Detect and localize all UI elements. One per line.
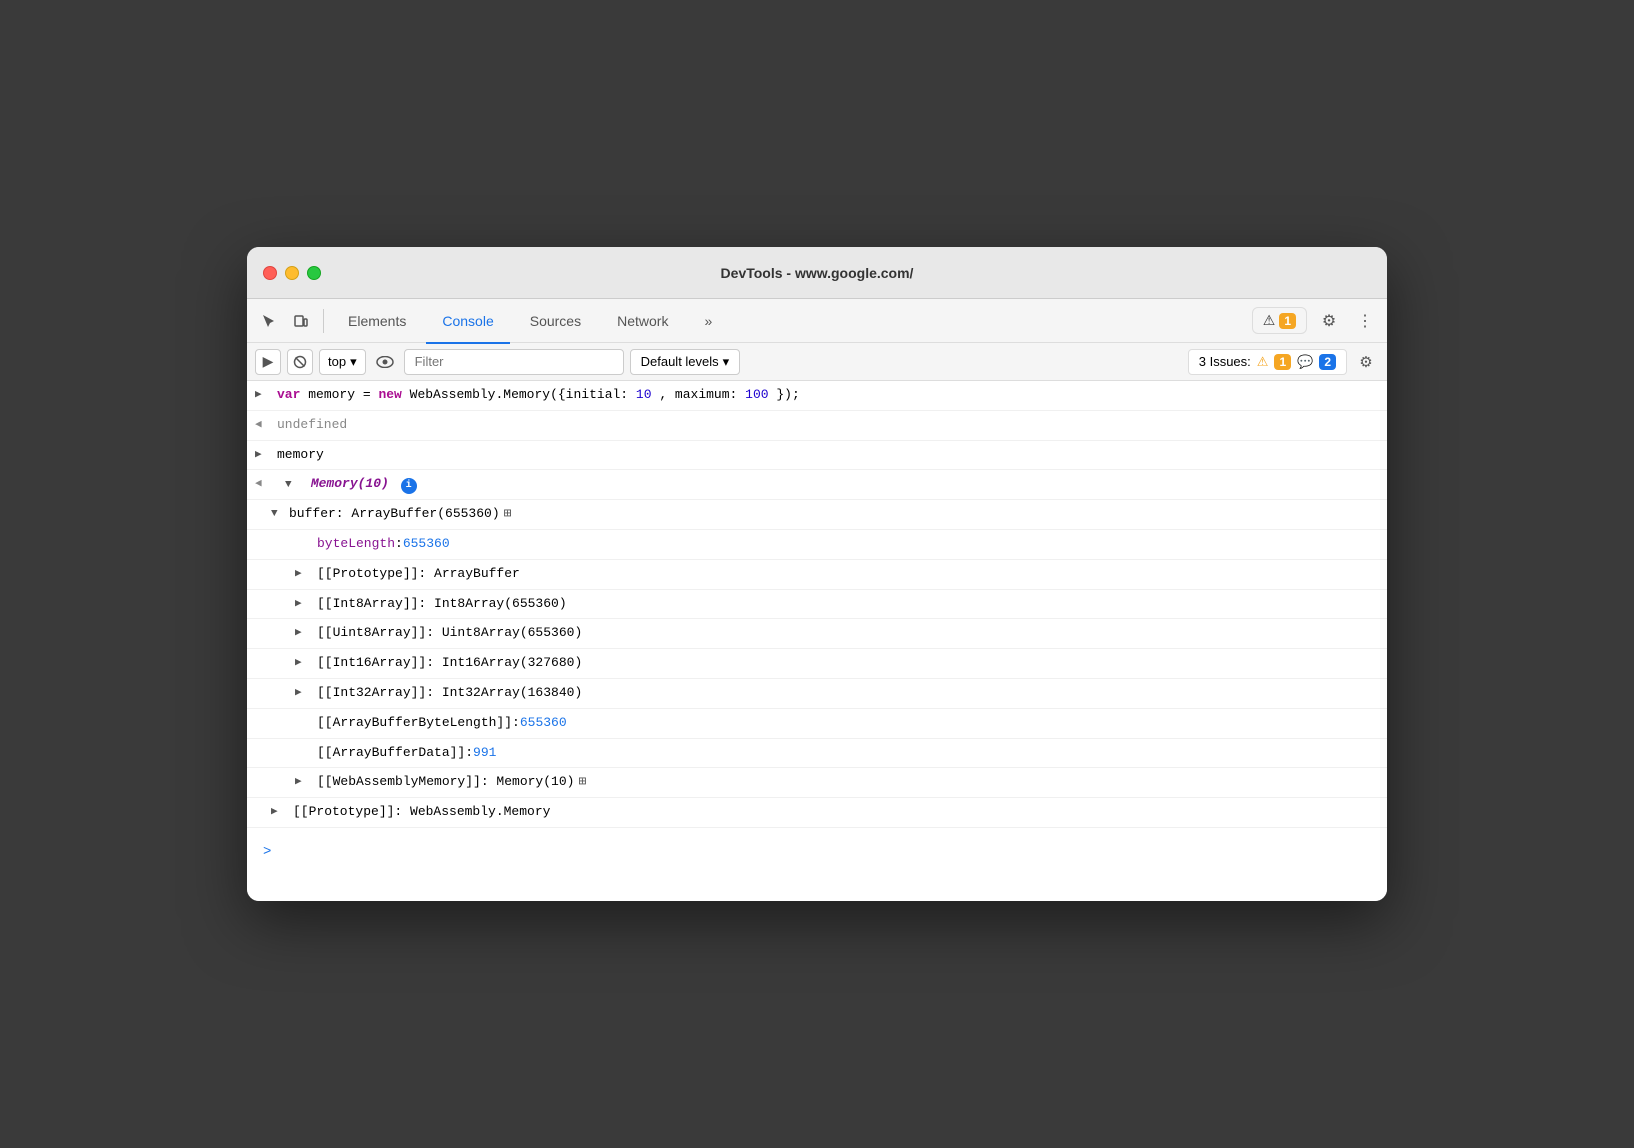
proto-ab-expand[interactable] bbox=[295, 564, 309, 584]
memory-expand[interactable] bbox=[285, 475, 299, 495]
traffic-lights bbox=[263, 266, 321, 280]
eye-button[interactable] bbox=[372, 349, 398, 375]
int32-expand[interactable] bbox=[295, 683, 309, 703]
buffer-expand[interactable] bbox=[271, 504, 285, 524]
int16-expand[interactable] bbox=[295, 653, 309, 673]
tab-network[interactable]: Network bbox=[601, 300, 684, 344]
levels-dropdown[interactable]: Default levels ▾ bbox=[630, 349, 741, 375]
window-title: DevTools - www.google.com/ bbox=[721, 265, 914, 281]
console-line-proto-wam: [[Prototype]]: WebAssembly.Memory bbox=[247, 798, 1387, 828]
console-settings-icon[interactable]: ⚙ bbox=[1353, 349, 1379, 375]
memory-info-icon[interactable]: i bbox=[401, 478, 417, 494]
tab-elements[interactable]: Elements bbox=[332, 300, 422, 344]
console-toolbar: ▶ top ▾ Default levels ▾ 3 Issues: ⚠ bbox=[247, 343, 1387, 381]
console-line-wam: [[WebAssemblyMemory]]: Memory(10) ⊞ bbox=[247, 768, 1387, 798]
expand-arrow-1[interactable] bbox=[255, 385, 269, 405]
console-line-3: memory bbox=[247, 441, 1387, 471]
issues-warn-count: 1 bbox=[1274, 354, 1291, 370]
expand-arrow-3[interactable] bbox=[255, 445, 269, 465]
console-line-abd: [[ArrayBufferData]]: 991 bbox=[247, 739, 1387, 769]
console-prompt-line[interactable]: > bbox=[247, 828, 1387, 876]
main-toolbar: Elements Console Sources Network » ⚠ 1 ⚙… bbox=[247, 299, 1387, 343]
console-right: 3 Issues: ⚠ 1 💬 2 ⚙ bbox=[1188, 349, 1379, 375]
warn-count: 1 bbox=[1279, 313, 1296, 329]
tab-sources[interactable]: Sources bbox=[514, 300, 597, 344]
uint8-expand[interactable] bbox=[295, 623, 309, 643]
return-arrow-2 bbox=[255, 415, 269, 435]
devtools-window: DevTools - www.google.com/ Elements Cons… bbox=[247, 247, 1387, 901]
toolbar-right: ⚠ 1 ⚙ ⋮ bbox=[1252, 307, 1379, 335]
return-arrow-4 bbox=[255, 474, 269, 494]
issues-badge[interactable]: ⚠ 1 bbox=[1252, 307, 1307, 334]
proto-wam-expand[interactable] bbox=[271, 802, 285, 822]
console-line-bytelength: byteLength : 655360 bbox=[247, 530, 1387, 560]
tab-more[interactable]: » bbox=[688, 300, 728, 344]
clear-button[interactable] bbox=[287, 349, 313, 375]
filter-input[interactable] bbox=[404, 349, 624, 375]
buffer-db-icon: ⊞ bbox=[504, 504, 512, 525]
wam-db-icon: ⊞ bbox=[578, 772, 586, 793]
close-button[interactable] bbox=[263, 266, 277, 280]
console-line-4: Memory(10) i bbox=[247, 470, 1387, 500]
titlebar: DevTools - www.google.com/ bbox=[247, 247, 1387, 299]
console-line-abbl: [[ArrayBufferByteLength]]: 655360 bbox=[247, 709, 1387, 739]
console-line-1: var memory = new WebAssembly.Memory({ini… bbox=[247, 381, 1387, 411]
console-line-int32: [[Int32Array]]: Int32Array(163840) bbox=[247, 679, 1387, 709]
console-line-int8: [[Int8Array]]: Int8Array(655360) bbox=[247, 590, 1387, 620]
minimize-button[interactable] bbox=[285, 266, 299, 280]
device-icon[interactable] bbox=[287, 307, 315, 335]
console-line-buffer: buffer: ArrayBuffer(655360) ⊞ bbox=[247, 500, 1387, 530]
console-body: var memory = new WebAssembly.Memory({ini… bbox=[247, 381, 1387, 901]
int8-expand[interactable] bbox=[295, 594, 309, 614]
settings-icon[interactable]: ⚙ bbox=[1315, 307, 1343, 335]
console-prompt[interactable]: > bbox=[255, 836, 279, 868]
tab-console[interactable]: Console bbox=[426, 300, 509, 344]
maximize-button[interactable] bbox=[307, 266, 321, 280]
divider bbox=[323, 309, 324, 333]
console-line-proto-ab: [[Prototype]]: ArrayBuffer bbox=[247, 560, 1387, 590]
issues-bar[interactable]: 3 Issues: ⚠ 1 💬 2 bbox=[1188, 349, 1347, 375]
console-line-int16: [[Int16Array]]: Int16Array(327680) bbox=[247, 649, 1387, 679]
console-line-2: undefined bbox=[247, 411, 1387, 441]
wam-expand[interactable] bbox=[295, 772, 309, 792]
cursor-icon[interactable] bbox=[255, 307, 283, 335]
run-button[interactable]: ▶ bbox=[255, 349, 281, 375]
context-selector[interactable]: top ▾ bbox=[319, 349, 366, 375]
console-line-uint8: [[Uint8Array]]: Uint8Array(655360) bbox=[247, 619, 1387, 649]
more-icon[interactable]: ⋮ bbox=[1351, 307, 1379, 335]
issues-info-count: 2 bbox=[1319, 354, 1336, 370]
